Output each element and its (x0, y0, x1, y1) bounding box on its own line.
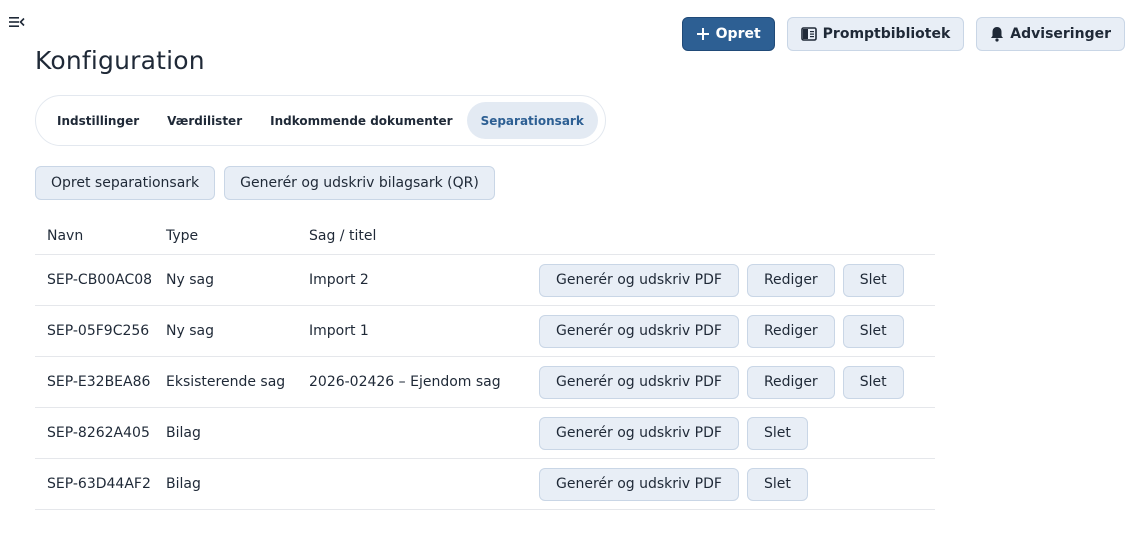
row-name: SEP-8262A405 (47, 425, 150, 441)
create-button[interactable]: Opret (681, 17, 775, 51)
row-name: SEP-CB00AC08 (47, 272, 153, 288)
separation-toolbar: Opret separationsark Generér og udskriv … (35, 166, 495, 200)
plus-icon (696, 28, 709, 40)
row-type: Bilag (166, 476, 201, 492)
prompt-library-button[interactable]: Promptbibliotek (786, 17, 965, 51)
tab-incoming-documents[interactable]: Indkommende dokumenter (256, 102, 466, 139)
edit-button[interactable]: Rediger (746, 263, 835, 297)
row-actions: Generér og udskriv PDF Rediger Slet (539, 365, 904, 399)
delete-button[interactable]: Slet (842, 314, 904, 348)
create-button-label: Opret (715, 26, 761, 42)
row-case: Import 2 (309, 272, 369, 288)
row-actions: Generér og udskriv PDF Rediger Slet (539, 263, 904, 297)
generate-pdf-button[interactable]: Generér og udskriv PDF (539, 365, 739, 399)
row-type: Ny sag (166, 272, 214, 288)
configuration-page: Opret Promptbibliotek Adviseringer Konfi… (0, 0, 1129, 538)
notifications-label: Adviseringer (1010, 26, 1111, 42)
delete-button[interactable]: Slet (746, 467, 808, 501)
edit-button[interactable]: Rediger (746, 314, 835, 348)
row-actions: Generér og udskriv PDF Rediger Slet (539, 314, 904, 348)
row-name: SEP-E32BEA86 (47, 374, 151, 390)
book-icon (800, 27, 817, 41)
notifications-button[interactable]: Adviseringer (976, 17, 1125, 51)
tab-separation-sheets[interactable]: Separationsark (466, 102, 598, 139)
table-row: SEP-E32BEA86 Eksisterende sag 2026-02426… (35, 357, 935, 408)
delete-button[interactable]: Slet (746, 416, 808, 450)
edit-button[interactable]: Rediger (746, 365, 835, 399)
generate-qr-sheet-button[interactable]: Generér og udskriv bilagsark (QR) (224, 166, 495, 200)
row-name: SEP-05F9C256 (47, 323, 150, 339)
create-separation-sheet-button[interactable]: Opret separationsark (35, 166, 216, 200)
table-row: SEP-63D44AF2 Bilag Generér og udskriv PD… (35, 459, 935, 510)
table-row: SEP-CB00AC08 Ny sag Import 2 Generér og … (35, 255, 935, 306)
generate-pdf-button[interactable]: Generér og udskriv PDF (539, 467, 739, 501)
config-tabs: Indstillinger Værdilister Indkommende do… (35, 95, 606, 146)
separation-sheets-table: Navn Type Sag / titel SEP-CB00AC08 Ny sa… (35, 217, 935, 510)
column-header-case: Sag / titel (309, 227, 377, 244)
generate-pdf-button[interactable]: Generér og udskriv PDF (539, 314, 739, 348)
bell-icon (991, 27, 1004, 42)
row-name: SEP-63D44AF2 (47, 476, 151, 492)
tab-value-lists[interactable]: Værdilister (153, 102, 256, 139)
row-actions: Generér og udskriv PDF Slet (539, 416, 808, 450)
delete-button[interactable]: Slet (842, 263, 904, 297)
table-row: SEP-8262A405 Bilag Generér og udskriv PD… (35, 408, 935, 459)
generate-pdf-button[interactable]: Generér og udskriv PDF (539, 416, 739, 450)
tab-settings[interactable]: Indstillinger (43, 102, 153, 139)
delete-button[interactable]: Slet (842, 365, 904, 399)
prompt-library-label: Promptbibliotek (822, 26, 951, 42)
page-title: Konfiguration (35, 46, 205, 75)
row-type: Ny sag (166, 323, 214, 339)
top-actions: Opret Promptbibliotek Adviseringer (681, 17, 1125, 51)
column-header-name: Navn (47, 227, 84, 244)
column-header-type: Type (166, 227, 199, 244)
row-type: Eksisterende sag (166, 374, 286, 390)
row-case: 2026-02426 – Ejendom sag (309, 374, 501, 390)
row-actions: Generér og udskriv PDF Slet (539, 467, 808, 501)
generate-pdf-button[interactable]: Generér og udskriv PDF (539, 263, 739, 297)
table-row: SEP-05F9C256 Ny sag Import 1 Generér og … (35, 306, 935, 357)
row-type: Bilag (166, 425, 201, 441)
row-case: Import 1 (309, 323, 369, 339)
table-header-row: Navn Type Sag / titel (35, 217, 935, 255)
collapse-menu-icon[interactable] (8, 14, 26, 28)
